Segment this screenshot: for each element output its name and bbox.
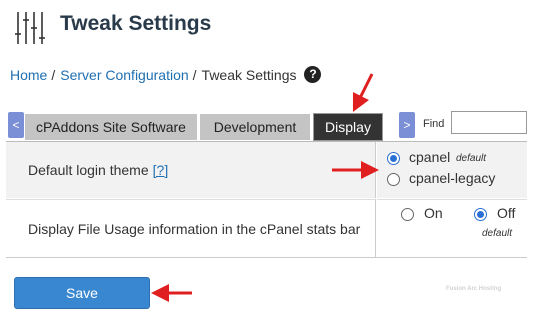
- annotation-arrows: [151, 73, 379, 302]
- arrow-icon: [352, 73, 374, 113]
